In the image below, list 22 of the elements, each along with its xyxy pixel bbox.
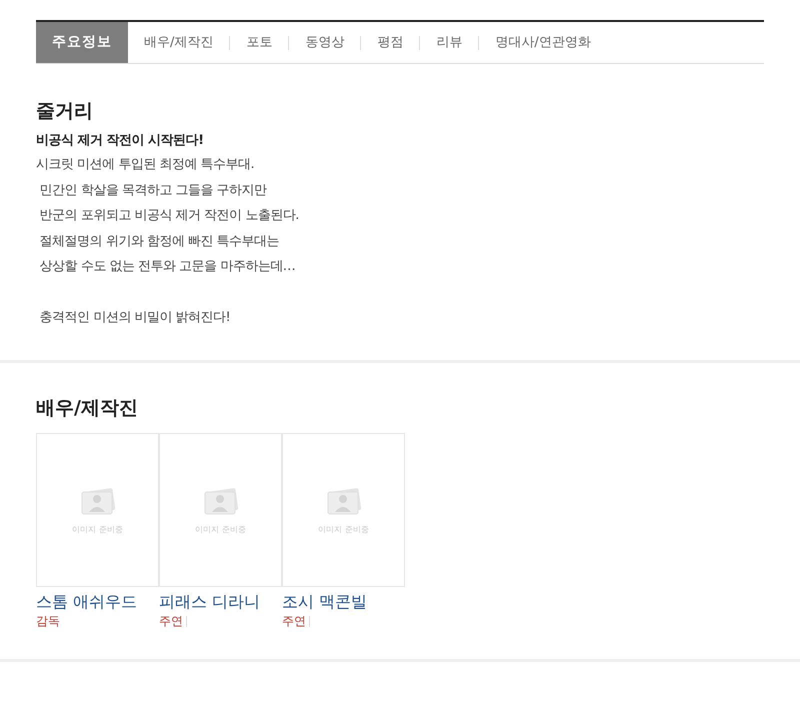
person-role: 감독 bbox=[36, 613, 60, 629]
tab[interactable]: 리뷰 bbox=[420, 22, 478, 63]
synopsis-line: 충격적인 미션의 비밀이 밝혀진다! bbox=[38, 308, 230, 326]
synopsis-line: 절체절명의 위기와 함정에 빠진 특수부대는 bbox=[38, 232, 280, 250]
person-name[interactable]: 조시 맥콘빌 bbox=[282, 591, 368, 613]
tab[interactable]: 평점 bbox=[361, 22, 420, 63]
tab[interactable]: 포토 bbox=[230, 22, 288, 63]
tab[interactable]: 동영상 bbox=[289, 22, 360, 63]
section-heading: 줄거리 bbox=[36, 99, 94, 124]
person-role: 주연 bbox=[282, 613, 306, 629]
person-name[interactable]: 피래스 디라니 bbox=[159, 591, 260, 613]
person-role: 주연 bbox=[159, 613, 183, 629]
tab[interactable]: 명대사/연관영화 bbox=[479, 22, 607, 63]
person-name[interactable]: 스톰 애쉬우드 bbox=[36, 591, 138, 613]
tab[interactable]: 배우/제작진 bbox=[128, 22, 230, 63]
section-heading: 배우/제작진 bbox=[36, 396, 139, 421]
synopsis-tagline: 비공식 제거 작전이 시작된다! bbox=[36, 132, 205, 150]
synopsis-line: 민간인 학살을 목격하고 그들을 구하지만 bbox=[38, 182, 267, 200]
synopsis-line: 반군의 포위되고 비공식 제거 작전이 노출된다. bbox=[38, 207, 299, 225]
synopsis-line: 시크릿 미션에 투입된 최정예 특수부대. bbox=[36, 156, 254, 174]
tab[interactable]: 주요정보 bbox=[36, 22, 128, 63]
synopsis-line: 상상할 수도 없는 전투와 고문을 마주하는데… bbox=[38, 258, 296, 276]
